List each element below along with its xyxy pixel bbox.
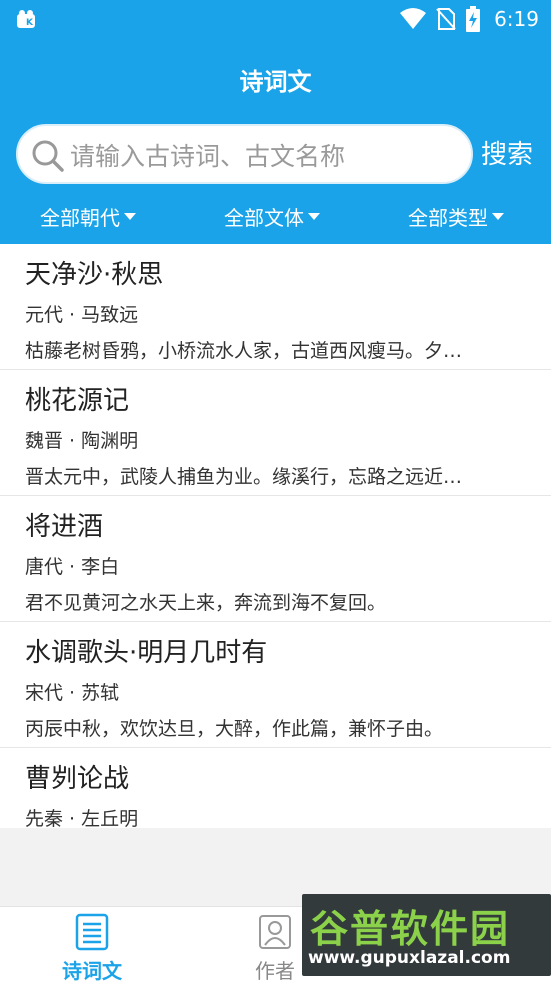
- dropdown-arrow-icon: [308, 212, 320, 220]
- works-list: 天净沙·秋思 元代 · 马致远 枯藤老树昏鸦，小桥流水人家，古道西风瘦马。夕… …: [0, 244, 551, 828]
- status-bar: K 6:19: [0, 0, 551, 40]
- category-filter-label: 全部类型: [408, 205, 488, 230]
- dropdown-arrow-icon: [492, 212, 504, 220]
- work-excerpt: 丙辰中秋，欢饮达旦，大醉，作此篇，兼怀子由。: [25, 718, 444, 740]
- genre-filter[interactable]: 全部文体: [224, 196, 320, 236]
- search-box[interactable]: [16, 124, 473, 184]
- tab-poems[interactable]: 诗词文: [32, 911, 152, 981]
- list-item[interactable]: 天净沙·秋思 元代 · 马致远 枯藤老树昏鸦，小桥流水人家，古道西风瘦马。夕…: [0, 244, 551, 370]
- work-excerpt: 晋太元中，武陵人捕鱼为业。缘溪行，忘路之远近…: [25, 466, 463, 488]
- document-icon: [75, 913, 109, 951]
- search-button[interactable]: 搜索: [481, 134, 533, 171]
- search-input[interactable]: [70, 136, 460, 176]
- category-filter[interactable]: 全部类型: [408, 196, 504, 236]
- list-item[interactable]: 曹刿论战 先秦 · 左丘明: [0, 748, 551, 828]
- status-time: 6:19: [494, 7, 539, 31]
- work-meta: 魏晋 · 陶渊明: [25, 430, 139, 452]
- status-icons: 6:19: [400, 4, 539, 34]
- work-title: 将进酒: [25, 512, 104, 542]
- watermark-url: www.gupuxlazal.com: [308, 948, 511, 968]
- app: K 6:19 诗词文 请输入古诗词、古文名称 搜索 全部朝代 全部文体 全部类型…: [0, 0, 551, 981]
- filter-bar: 全部朝代 全部文体 全部类型: [0, 196, 551, 236]
- list-item[interactable]: 桃花源记 魏晋 · 陶渊明 晋太元中，武陵人捕鱼为业。缘溪行，忘路之远近…: [0, 370, 551, 496]
- svg-text:K: K: [26, 18, 34, 28]
- dynasty-filter-label: 全部朝代: [40, 205, 120, 230]
- watermark-logo: 谷普软件园: [310, 907, 511, 951]
- page-title: 诗词文: [239, 68, 312, 96]
- list-item[interactable]: 将进酒 唐代 · 李白 君不见黄河之水天上来，奔流到海不复回。: [0, 496, 551, 622]
- watermark: 谷普软件园 www.gupuxlazal.com: [302, 894, 551, 976]
- work-meta: 元代 · 马致远: [25, 304, 139, 326]
- work-title: 桃花源记: [25, 386, 130, 416]
- app-notification-icon: K: [17, 10, 35, 28]
- work-meta: 唐代 · 李白: [25, 556, 120, 578]
- no-sim-icon: [436, 8, 456, 30]
- search-icon: [32, 140, 64, 172]
- work-meta: 宋代 · 苏轼: [25, 682, 120, 704]
- work-excerpt: 君不见黄河之水天上来，奔流到海不复回。: [25, 592, 387, 614]
- battery-charging-icon: [466, 6, 481, 32]
- dynasty-filter[interactable]: 全部朝代: [40, 196, 136, 236]
- header: K 6:19 诗词文 请输入古诗词、古文名称 搜索 全部朝代 全部文体 全部类型: [0, 0, 551, 244]
- dropdown-arrow-icon: [124, 212, 136, 220]
- genre-filter-label: 全部文体: [224, 205, 304, 230]
- person-card-icon: [259, 915, 291, 949]
- work-title: 水调歌头·明月几时有: [25, 638, 268, 668]
- work-title: 曹刿论战: [25, 764, 130, 794]
- work-excerpt: 枯藤老树昏鸦，小桥流水人家，古道西风瘦马。夕…: [25, 340, 463, 362]
- work-meta: 先秦 · 左丘明: [25, 808, 139, 828]
- tab-poems-label: 诗词文: [62, 959, 122, 981]
- wifi-icon: [400, 8, 427, 29]
- list-item[interactable]: 水调歌头·明月几时有 宋代 · 苏轼 丙辰中秋，欢饮达旦，大醉，作此篇，兼怀子由…: [0, 622, 551, 748]
- work-title: 天净沙·秋思: [25, 260, 164, 290]
